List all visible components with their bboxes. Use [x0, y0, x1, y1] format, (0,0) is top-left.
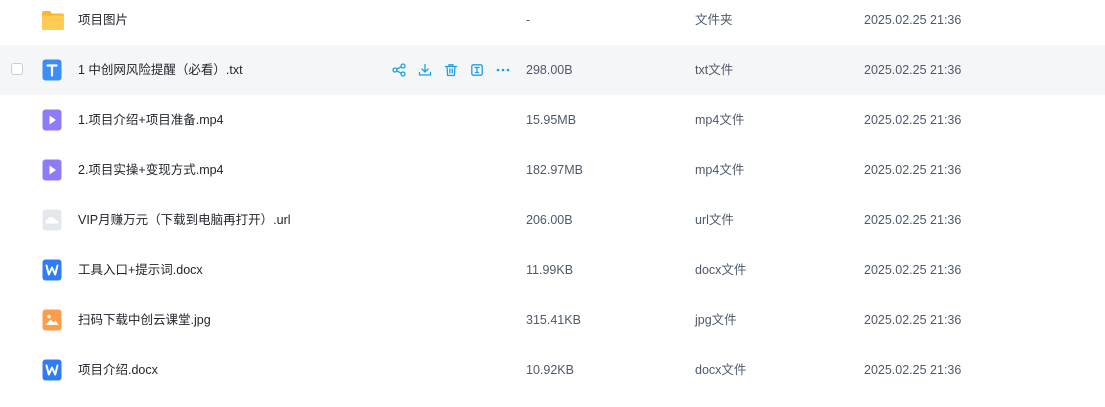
file-type: mp4文件	[695, 113, 745, 127]
file-date: 2025.02.25 21:36	[864, 213, 962, 227]
file-type: txt文件	[695, 63, 734, 77]
file-row-folder[interactable]: 项目图片 - 文件夹 2025.02.25 21:36	[0, 0, 1105, 45]
file-date: 2025.02.25 21:36	[864, 263, 962, 277]
delete-icon[interactable]	[442, 61, 460, 79]
file-name[interactable]: 项目图片	[78, 0, 128, 45]
file-size: -	[526, 13, 531, 27]
file-row-txt[interactable]: 1 中创网风险提醒（必看）.txt 298.00B txt文件 2025.02.…	[0, 45, 1105, 95]
file-size: 11.99KB	[526, 263, 574, 277]
file-size: 315.41KB	[526, 313, 581, 327]
file-date: 2025.02.25 21:36	[864, 313, 962, 327]
file-type: 文件夹	[695, 13, 733, 27]
video-file-icon	[41, 109, 63, 131]
url-file-icon	[41, 209, 63, 231]
file-row-jpg[interactable]: 扫码下载中创云课堂.jpg 315.41KB jpg文件 2025.02.25 …	[0, 295, 1105, 345]
more-icon[interactable]	[494, 61, 512, 79]
file-size: 298.00B	[526, 63, 573, 77]
file-name[interactable]: 扫码下载中创云课堂.jpg	[78, 295, 211, 345]
file-type: mp4文件	[695, 163, 745, 177]
word-file-icon	[41, 359, 63, 381]
file-type: url文件	[695, 213, 734, 227]
file-size: 10.92KB	[526, 363, 574, 377]
file-date: 2025.02.25 21:36	[864, 163, 962, 177]
row-checkbox[interactable]	[11, 63, 23, 75]
video-file-icon	[41, 159, 63, 181]
folder-icon	[41, 9, 64, 31]
file-name[interactable]: 1 中创网风险提醒（必看）.txt	[78, 45, 243, 95]
file-size: 206.00B	[526, 213, 573, 227]
txt-file-icon	[41, 59, 63, 81]
row-actions	[390, 61, 512, 79]
file-type: docx文件	[695, 363, 747, 377]
file-row-docx[interactable]: 工具入口+提示词.docx 11.99KB docx文件 2025.02.25 …	[0, 245, 1105, 295]
file-size: 182.97MB	[526, 163, 583, 177]
download-icon[interactable]	[416, 61, 434, 79]
share-icon[interactable]	[390, 61, 408, 79]
file-size: 15.95MB	[526, 113, 577, 127]
file-row-mp4[interactable]: 1.项目介绍+项目准备.mp4 15.95MB mp4文件 2025.02.25…	[0, 95, 1105, 145]
file-date: 2025.02.25 21:36	[864, 363, 962, 377]
file-type: docx文件	[695, 263, 747, 277]
file-row-mp4[interactable]: 2.项目实操+变现方式.mp4 182.97MB mp4文件 2025.02.2…	[0, 145, 1105, 195]
file-date: 2025.02.25 21:36	[864, 113, 962, 127]
file-name[interactable]: 2.项目实操+变现方式.mp4	[78, 145, 224, 195]
image-file-icon	[41, 309, 63, 331]
file-row-url[interactable]: VIP月赚万元（下载到电脑再打开）.url 206.00B url文件 2025…	[0, 195, 1105, 245]
file-name[interactable]: 1.项目介绍+项目准备.mp4	[78, 95, 224, 145]
file-row-docx[interactable]: 项目介绍.docx 10.92KB docx文件 2025.02.25 21:3…	[0, 345, 1105, 395]
file-date: 2025.02.25 21:36	[864, 13, 962, 27]
file-name[interactable]: 项目介绍.docx	[78, 345, 158, 395]
file-list: 项目图片 - 文件夹 2025.02.25 21:36 1 中创网风险提醒（必看…	[0, 0, 1105, 407]
file-name[interactable]: 工具入口+提示词.docx	[78, 245, 203, 295]
file-date: 2025.02.25 21:36	[864, 63, 962, 77]
file-name[interactable]: VIP月赚万元（下载到电脑再打开）.url	[78, 195, 291, 245]
rename-icon[interactable]	[468, 61, 486, 79]
file-type: jpg文件	[695, 313, 737, 327]
word-file-icon	[41, 259, 63, 281]
